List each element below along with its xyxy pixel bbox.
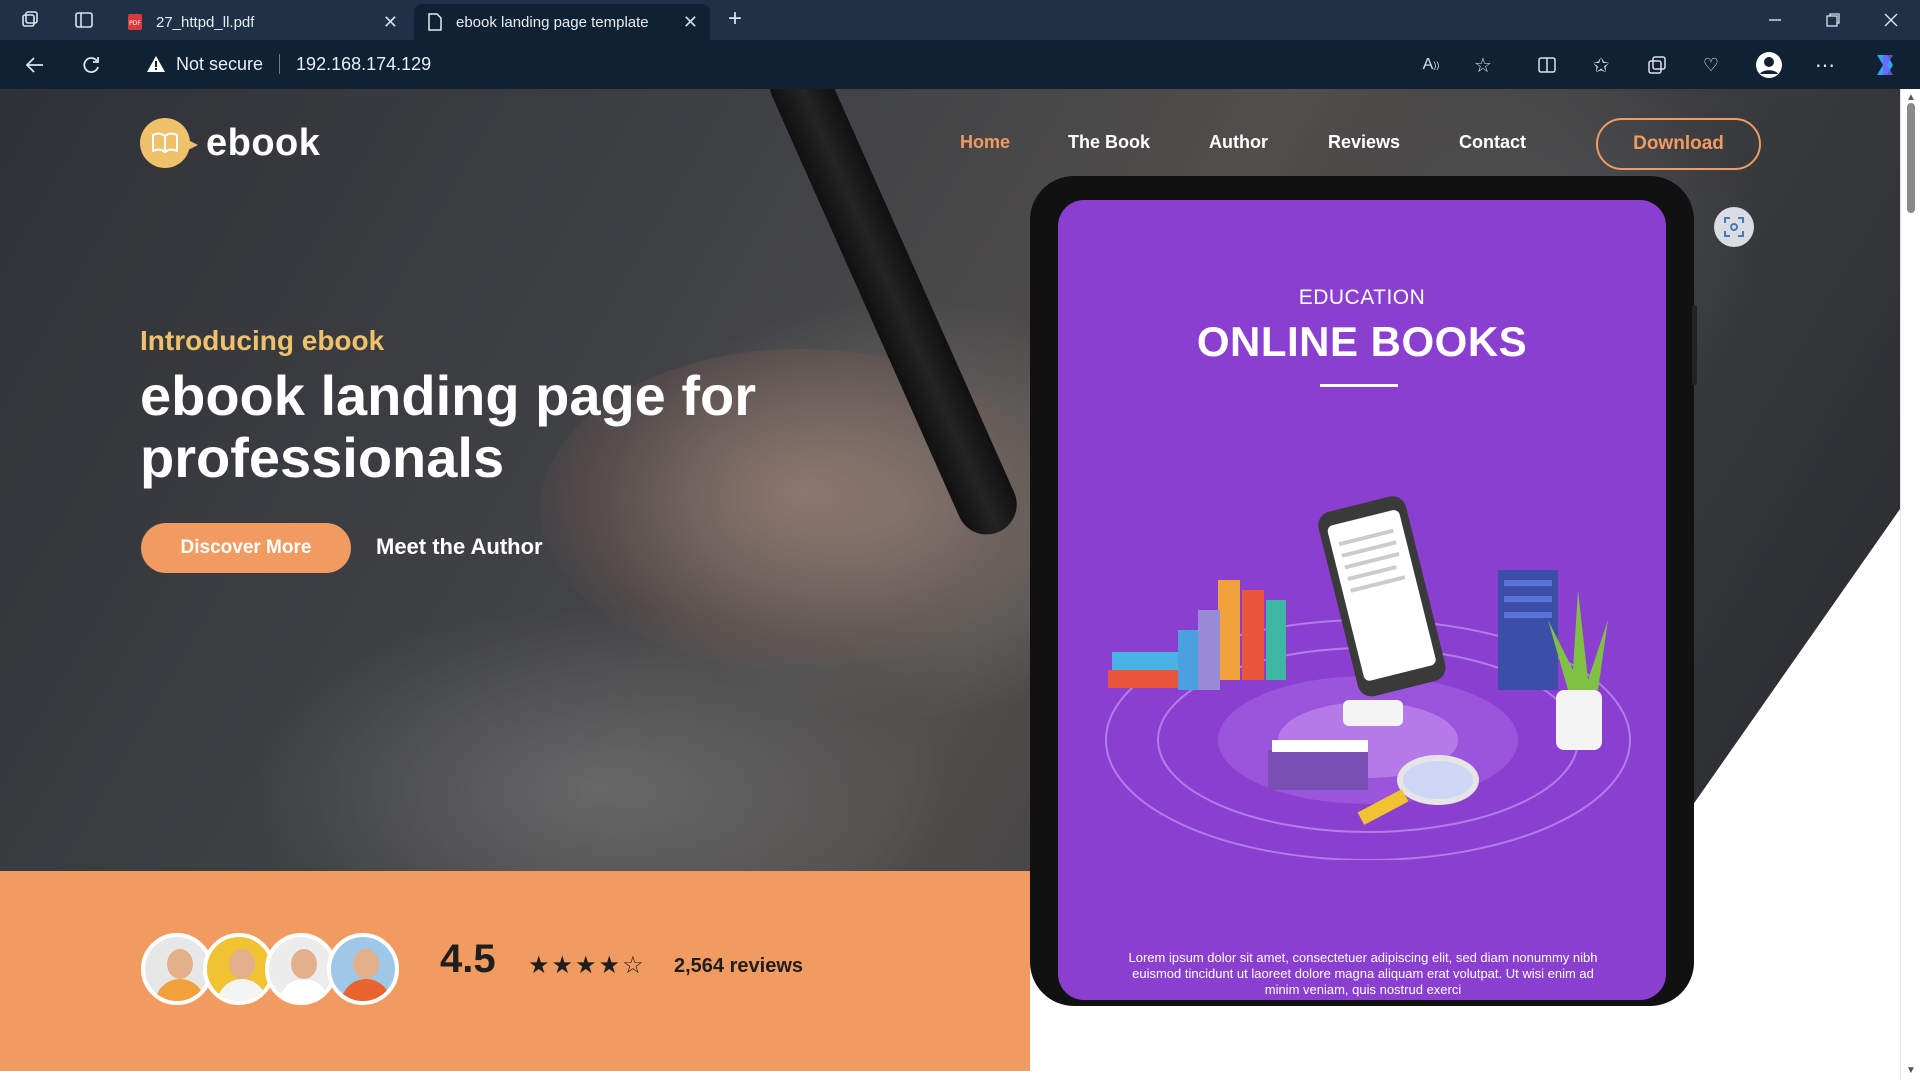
new-tab-button[interactable]: + xyxy=(722,5,748,32)
tab-ebook[interactable]: ebook landing page template ✕ xyxy=(414,4,710,40)
page-icon xyxy=(426,13,444,31)
nav-author[interactable]: Author xyxy=(1209,132,1268,153)
book-logo-icon xyxy=(140,118,198,168)
browser-tab-bar: PDF 27_httpd_ll.pdf ✕ ebook landing page… xyxy=(0,0,1920,40)
tablet-side-button xyxy=(1692,305,1697,385)
browser-essentials-icon[interactable]: ♡ xyxy=(1698,52,1724,78)
page-scrollbar[interactable]: ▲ ▼ xyxy=(1900,89,1920,1080)
hero-headline: ebook landing page for professionals xyxy=(140,364,757,489)
favorite-star-icon[interactable]: ☆ xyxy=(1470,52,1496,78)
collections-icon[interactable] xyxy=(1644,52,1670,78)
restore-icon[interactable] xyxy=(1820,8,1846,32)
tab-pdf[interactable]: PDF 27_httpd_ll.pdf ✕ xyxy=(114,4,410,40)
more-menu-icon[interactable]: ⋯ xyxy=(1812,52,1838,78)
scroll-thumb[interactable] xyxy=(1907,103,1915,213)
hero-kicker: Introducing ebook xyxy=(140,325,385,356)
read-aloud-icon[interactable]: A)) xyxy=(1418,52,1444,78)
nav-reviews[interactable]: Reviews xyxy=(1328,132,1400,153)
security-label[interactable]: Not secure xyxy=(176,54,263,75)
split-screen-icon[interactable] xyxy=(1534,52,1560,78)
tablet-screen: EDUCATION ONLINE BOOKS Lorem ipsum dolor… xyxy=(1058,200,1666,1000)
site-logo[interactable]: ebook xyxy=(140,118,320,168)
reviewer-avatars xyxy=(141,933,399,1005)
close-tab-icon[interactable]: ✕ xyxy=(683,12,698,33)
book-kicker: EDUCATION xyxy=(1298,286,1426,309)
close-window-icon[interactable] xyxy=(1878,8,1904,32)
title-underline xyxy=(1320,384,1398,387)
scroll-down-icon[interactable]: ▼ xyxy=(1905,1066,1917,1076)
url-divider xyxy=(279,54,281,74)
page-viewport: ebook Home The Book Author Reviews Conta… xyxy=(0,89,1900,1080)
download-button[interactable]: Download xyxy=(1596,118,1761,170)
close-tab-icon[interactable]: ✕ xyxy=(383,12,398,33)
workspaces-icon[interactable] xyxy=(18,8,42,32)
logo-text: ebook xyxy=(206,121,321,164)
book-title: ONLINE BOOKS xyxy=(1196,318,1528,365)
book-description: Lorem ipsum dolor sit amet, consectetuer… xyxy=(1128,950,1598,997)
back-icon[interactable] xyxy=(22,52,48,78)
hero-corner-fill xyxy=(1690,809,1900,871)
scroll-up-icon[interactable]: ▲ xyxy=(1905,93,1917,103)
copilot-icon[interactable] xyxy=(1870,50,1900,80)
online-books-illustration xyxy=(1105,496,1631,860)
reviews-count: 2,564 reviews xyxy=(674,955,803,977)
refresh-icon[interactable] xyxy=(78,52,104,78)
address-bar-row: Not secure 192.168.174.129 A)) ☆ ✩ ♡ ⋯ xyxy=(0,40,1920,89)
url-field[interactable]: Not secure 192.168.174.129 xyxy=(126,46,1512,82)
favorites-icon[interactable]: ✩ xyxy=(1588,52,1614,78)
pdf-icon: PDF xyxy=(126,13,144,31)
hero-corner-shape xyxy=(1690,509,1900,809)
url-text[interactable]: 192.168.174.129 xyxy=(296,54,431,75)
nav-contact[interactable]: Contact xyxy=(1459,132,1526,153)
nav-home[interactable]: Home xyxy=(960,132,1010,153)
discover-more-button[interactable]: Discover More xyxy=(141,523,351,573)
tab-label: 27_httpd_ll.pdf xyxy=(156,13,255,31)
profile-avatar-icon[interactable] xyxy=(1754,50,1784,80)
tab-actions-icon[interactable] xyxy=(72,8,96,32)
meet-the-author-link[interactable]: Meet the Author xyxy=(376,534,543,560)
avatar xyxy=(327,933,399,1005)
visual-search-icon[interactable] xyxy=(1714,207,1754,247)
rating-value: 4.5 xyxy=(440,937,496,981)
svg-text:PDF: PDF xyxy=(129,20,141,27)
minimize-icon[interactable] xyxy=(1762,8,1788,32)
rating-stars: ★★★★☆ xyxy=(528,952,646,979)
nav-the-book[interactable]: The Book xyxy=(1068,132,1150,153)
tab-label: ebook landing page template xyxy=(456,13,649,31)
warning-icon[interactable] xyxy=(146,55,166,73)
